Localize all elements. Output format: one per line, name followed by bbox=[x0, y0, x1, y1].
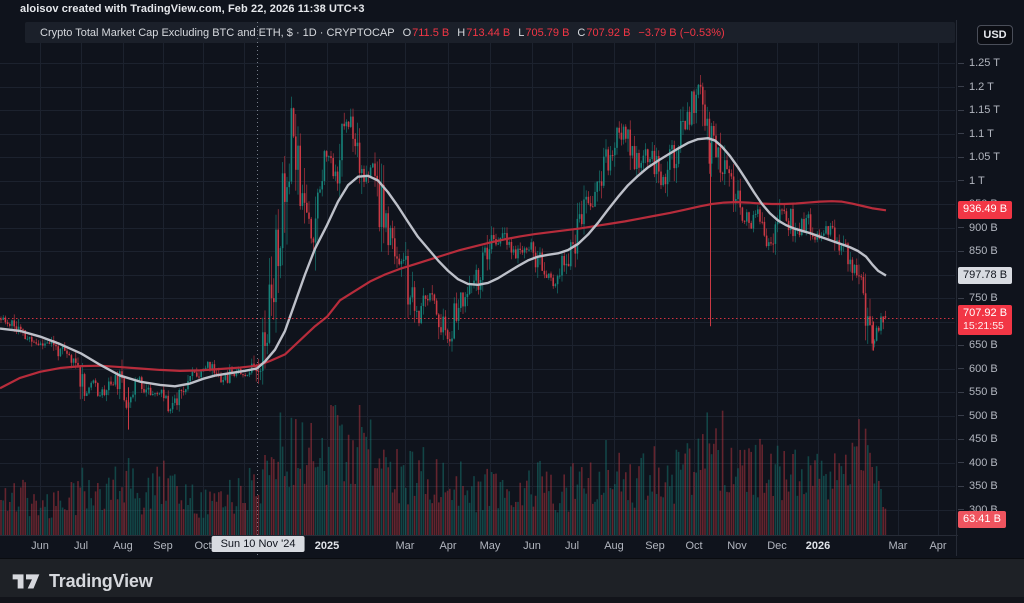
tick-dash bbox=[958, 86, 964, 87]
ohlc-low: L705.79 B bbox=[518, 27, 569, 39]
tick-dash bbox=[958, 227, 964, 228]
ohlc-open: O711.5 B bbox=[403, 27, 450, 39]
price-tick: 650 B bbox=[958, 338, 998, 352]
footer-bottom-strip bbox=[0, 597, 1024, 603]
time-tick-month: Dec bbox=[767, 540, 787, 552]
price-tick: 1.2 T bbox=[958, 80, 994, 94]
symbol-title[interactable]: Crypto Total Market Cap Excluding BTC an… bbox=[40, 27, 395, 39]
price-tick: 1 T bbox=[958, 174, 985, 188]
ma-value-badge: 797.78 B bbox=[958, 267, 1012, 284]
price-tick: 550 B bbox=[958, 385, 998, 399]
time-tick-month: Aug bbox=[113, 540, 133, 552]
time-tick-month: Jun bbox=[523, 540, 541, 552]
legend-bar[interactable]: Crypto Total Market Cap Excluding BTC an… bbox=[25, 22, 955, 43]
time-tick-month: Aug bbox=[604, 540, 624, 552]
tradingview-chart-window: aloisov created with TradingView.com, Fe… bbox=[0, 0, 1024, 603]
time-tick-month: Apr bbox=[439, 540, 456, 552]
price-tick: 1.15 T bbox=[958, 103, 1000, 117]
time-tick-month: Sep bbox=[645, 540, 665, 552]
tick-dash bbox=[958, 439, 964, 440]
price-tick: 500 B bbox=[958, 409, 998, 423]
tick-dash bbox=[958, 180, 964, 181]
price-tick: 1.1 T bbox=[958, 127, 994, 141]
price-tick: 1.25 T bbox=[958, 56, 1000, 70]
tick-dash bbox=[958, 509, 964, 510]
tradingview-logo-icon[interactable] bbox=[11, 570, 41, 592]
attribution-text: aloisov created with TradingView.com, Fe… bbox=[20, 3, 365, 15]
tick-dash bbox=[958, 486, 964, 487]
time-tick-month: Jul bbox=[74, 540, 88, 552]
price-tick: 450 B bbox=[958, 432, 998, 446]
time-tick-month: Nov bbox=[727, 540, 747, 552]
tick-dash bbox=[958, 157, 964, 158]
time-tick-year: 2025 bbox=[315, 540, 339, 552]
tick-dash bbox=[958, 63, 964, 64]
tick-dash bbox=[958, 251, 964, 252]
price-value-badge: 707.92 B15:21:55 bbox=[958, 305, 1012, 335]
tick-dash bbox=[958, 368, 964, 369]
tick-dash bbox=[958, 345, 964, 346]
price-tick: 750 B bbox=[958, 291, 998, 305]
volume-value-badge: 63.41 B bbox=[958, 511, 1006, 528]
price-tick: 600 B bbox=[958, 362, 998, 376]
tick-dash bbox=[958, 462, 964, 463]
price-tick: 850 B bbox=[958, 244, 998, 258]
currency-toggle-button[interactable]: USD bbox=[977, 25, 1013, 45]
tick-dash bbox=[958, 298, 964, 299]
ohlc-high: H713.44 B bbox=[457, 27, 510, 39]
crosshair-date-badge: Sun 10 Nov '24 bbox=[212, 536, 305, 552]
time-tick-year: 2026 bbox=[806, 540, 830, 552]
price-value-badge: 936.49 B bbox=[958, 201, 1012, 218]
price-chart-canvas[interactable] bbox=[0, 20, 958, 556]
time-tick-month: Jun bbox=[31, 540, 49, 552]
price-tick: 350 B bbox=[958, 479, 998, 493]
crosshair-vertical-line bbox=[257, 22, 258, 556]
ohlc-close: C707.92 B bbox=[577, 27, 630, 39]
tick-dash bbox=[958, 133, 964, 134]
tick-dash bbox=[958, 392, 964, 393]
time-tick-month: Oct bbox=[194, 540, 211, 552]
change-value: −3.79 B (−0.53%) bbox=[638, 27, 724, 39]
price-tick: 1.05 T bbox=[958, 150, 1000, 164]
time-tick-month: Oct bbox=[685, 540, 702, 552]
tradingview-wordmark[interactable]: TradingView bbox=[49, 571, 153, 592]
tick-dash bbox=[958, 110, 964, 111]
time-tick-month: Mar bbox=[396, 540, 415, 552]
time-tick-month: Sep bbox=[153, 540, 173, 552]
time-tick-month: Jul bbox=[565, 540, 579, 552]
time-tick-month: Mar bbox=[889, 540, 908, 552]
time-tick-month: Apr bbox=[929, 540, 946, 552]
time-tick-month: May bbox=[480, 540, 501, 552]
tick-dash bbox=[958, 415, 964, 416]
price-tick: 400 B bbox=[958, 456, 998, 470]
price-tick: 900 B bbox=[958, 221, 998, 235]
